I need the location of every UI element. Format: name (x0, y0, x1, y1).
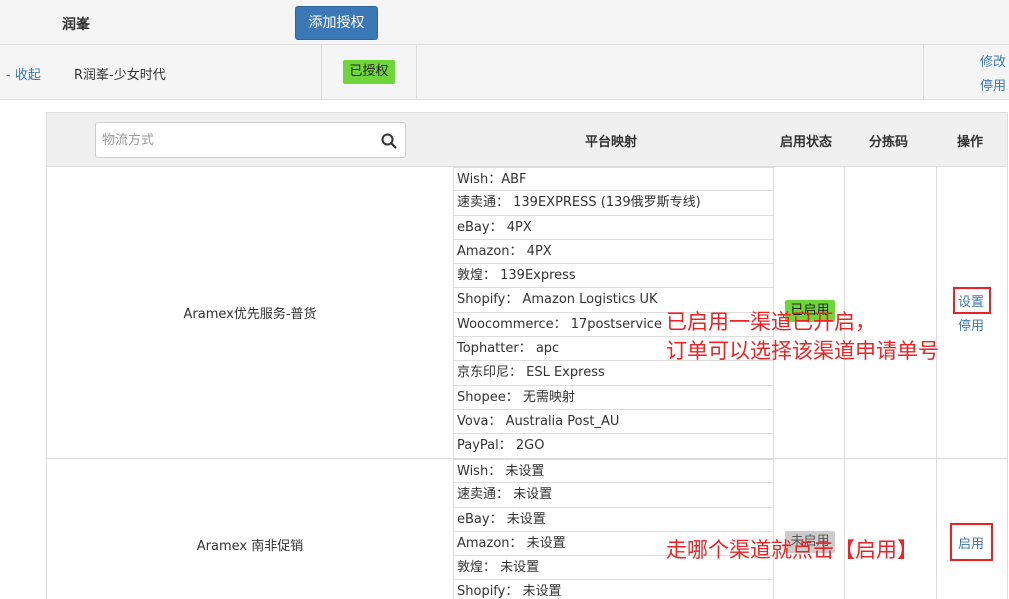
logistics-name: Aramex 南非促销 (196, 539, 304, 554)
column-header-status: 启用状态 (780, 135, 833, 150)
mapping-item: Vova： Australia Post_AU (453, 409, 774, 435)
account-row: - 收起 R润峯-少女时代 已授权 修改 停用 (0, 45, 1009, 100)
divider (936, 459, 937, 599)
mapping-item: Shopify： 未设置 (453, 580, 774, 599)
annotation-enabled-line2: 订单可以选择该渠道申请单号 (666, 339, 939, 363)
mapping-item: Shopee： 无需映射 (453, 385, 774, 410)
add-authorization-button[interactable]: 添加授权 (295, 6, 378, 40)
divider (936, 167, 937, 459)
mapping-item: Wish：ABF (453, 167, 774, 192)
page-title: 润峯 (62, 17, 90, 33)
mapping-item: 速卖通： 未设置 (453, 483, 774, 508)
authorized-badge: 已授权 (343, 60, 395, 84)
mapping-item: PayPal： 2GO (453, 434, 774, 459)
collapse-link[interactable]: - 收起 (6, 64, 41, 83)
disable-account-link[interactable]: 停用 (980, 75, 1006, 94)
edit-account-link[interactable]: 修改 (980, 51, 1006, 70)
annotation-click-enable: 走哪个渠道就点击【启用】 (666, 538, 918, 562)
column-header-mapping: 平台映射 (585, 135, 638, 150)
mapping-item: eBay： 4PX (453, 215, 774, 240)
platform-mapping-list: Wish： 未设置 速卖通： 未设置 eBay： 未设置 Amazon： 未设置… (453, 459, 774, 599)
highlight-enable-box (950, 523, 993, 561)
table-row: Aramex 南非促销 Wish： 未设置 速卖通： 未设置 eBay： 未设置… (47, 459, 1007, 599)
divider (923, 45, 924, 99)
mapping-item: 速卖通： 139EXPRESS (139俄罗斯专线) (453, 191, 774, 216)
logistics-search (95, 122, 406, 158)
column-header-ops: 操作 (957, 135, 984, 150)
disable-link[interactable]: 停用 (958, 315, 984, 334)
mapping-item: Amazon： 4PX (453, 239, 774, 265)
highlight-settings-box (953, 287, 991, 314)
divider (844, 459, 845, 599)
column-header-sort-code: 分拣码 (869, 135, 909, 150)
page-header: 润峯 添加授权 (0, 0, 1009, 45)
table-header: 平台映射 启用状态 分拣码 操作 (47, 113, 1007, 167)
mapping-item: 敦煌： 139Express (453, 264, 774, 289)
mapping-item: Wish： 未设置 (453, 459, 774, 484)
divider (321, 45, 322, 99)
page: 润峯 添加授权 - 收起 R润峯-少女时代 已授权 修改 停用 平台映射 启用状… (0, 0, 1009, 599)
logistics-name: Aramex优先服务-普货 (183, 307, 317, 322)
annotation-enabled-line1: 已启用一渠道已开启， (666, 310, 876, 334)
account-name: R润峯-少女时代 (74, 68, 166, 83)
search-icon[interactable] (380, 132, 398, 150)
logistics-search-input[interactable] (102, 130, 372, 150)
mapping-item: eBay： 未设置 (453, 507, 774, 532)
divider (416, 45, 417, 99)
